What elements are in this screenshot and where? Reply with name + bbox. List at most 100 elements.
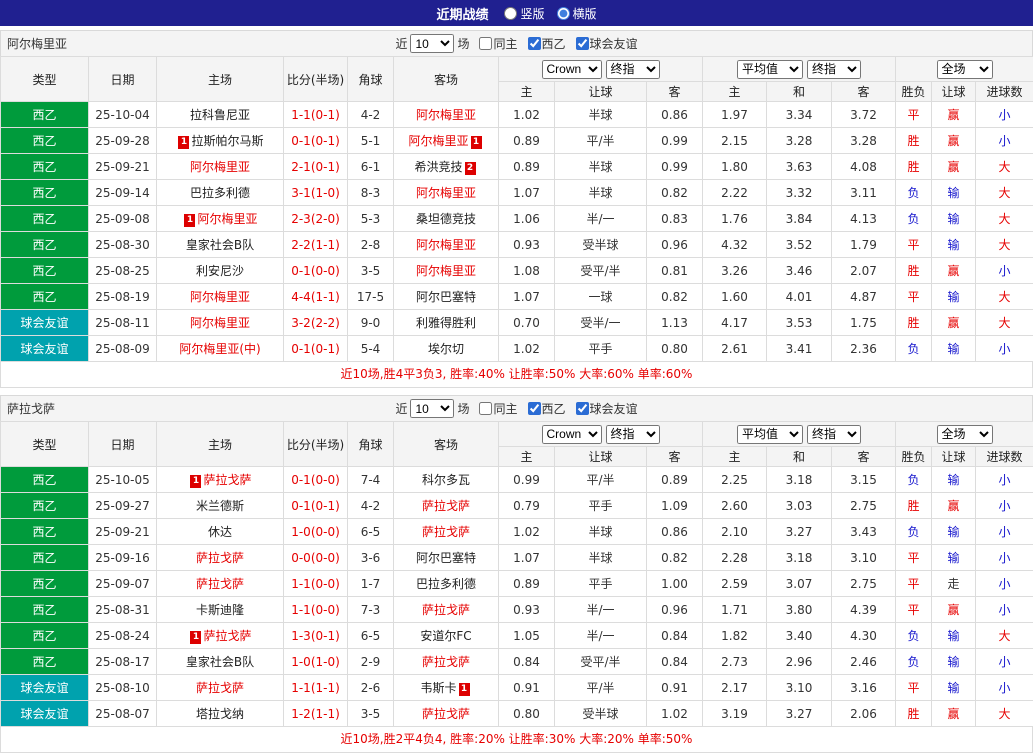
filter-checkbox-friendly[interactable]: [576, 37, 589, 50]
layout-toggle-group: 竖版横版: [504, 5, 596, 22]
result-outcome: 平: [896, 597, 932, 623]
average-select[interactable]: 平均值: [737, 425, 803, 444]
home-team-name: 阿尔梅里亚: [190, 316, 250, 330]
result-outcome: 负: [896, 649, 932, 675]
filter-option-friendly[interactable]: 球会友谊: [576, 35, 638, 52]
column-header: 类型: [1, 422, 89, 467]
filter-option-same-home[interactable]: 同主: [479, 35, 517, 52]
handicap-line: 平/半: [555, 467, 647, 493]
result-outcome: 平: [896, 102, 932, 128]
league-type-cell: 西乙: [1, 284, 89, 310]
handicap-away-odds: 1.09: [647, 493, 703, 519]
avg-away-odds: 4.30: [832, 623, 896, 649]
bookmaker-select[interactable]: Crown: [542, 425, 602, 444]
away-team-name: 阿尔梅里亚: [416, 238, 476, 252]
date-cell: 25-08-25: [89, 258, 157, 284]
away-team-name: 阿尔梅里亚: [416, 264, 476, 278]
away-team-name: 韦斯卡: [420, 681, 456, 695]
column-header: 主: [499, 82, 555, 102]
handicap-stage-select[interactable]: 终指: [606, 425, 660, 444]
handicap-away-odds: 0.96: [647, 597, 703, 623]
result-outcome: 平: [896, 232, 932, 258]
column-header: 让球: [555, 82, 647, 102]
handicap-away-odds: 0.96: [647, 232, 703, 258]
bookmaker-select[interactable]: Crown: [542, 60, 602, 79]
handicap-home-odds: 0.99: [499, 467, 555, 493]
away-team-cell: 阿尔梅里亚: [394, 258, 499, 284]
filter-checkbox-friendly[interactable]: [576, 402, 589, 415]
league-type-cell: 西乙: [1, 519, 89, 545]
score-cell: 3-2(2-2): [284, 310, 348, 336]
layout-radio-vertical[interactable]: [504, 7, 517, 20]
home-team-cell: 1萨拉戈萨: [157, 467, 284, 493]
avg-draw-odds: 3.32: [767, 180, 832, 206]
recent-count-select[interactable]: 10: [410, 34, 454, 53]
match-row: 西乙25-08-241萨拉戈萨1-3(0-1)6-5安道尔FC1.05半/一0.…: [1, 623, 1033, 649]
column-header: 主场: [157, 57, 284, 102]
avg-home-odds: 3.26: [703, 258, 767, 284]
filter-checkbox-same-home[interactable]: [479, 402, 492, 415]
odds-group-header: 平均值终指: [703, 57, 896, 82]
result-goals: 小: [976, 258, 1033, 284]
away-team-name: 阿尔巴塞特: [416, 551, 476, 565]
away-team-name: 安道尔FC: [420, 629, 471, 643]
average-select[interactable]: 平均值: [737, 60, 803, 79]
handicap-home-odds: 1.07: [499, 545, 555, 571]
layout-option-horizontal[interactable]: 横版: [557, 5, 597, 22]
result-goals: 小: [976, 128, 1033, 154]
filter-checkbox-league[interactable]: [528, 37, 541, 50]
filter-option-friendly[interactable]: 球会友谊: [576, 400, 638, 417]
league-type-cell: 西乙: [1, 206, 89, 232]
filter-label-league: 西乙: [542, 35, 566, 52]
team-section: 阿尔梅里亚近10场同主西乙球会友谊类型日期主场比分(半场)角球客场Crown终指…: [0, 30, 1033, 388]
corners-cell: 8-3: [348, 180, 394, 206]
handicap-away-odds: 0.99: [647, 128, 703, 154]
corners-cell: 7-3: [348, 597, 394, 623]
avg-home-odds: 2.17: [703, 675, 767, 701]
red-card-badge: 1: [178, 136, 189, 149]
filter-option-same-home[interactable]: 同主: [479, 400, 517, 417]
away-team-cell: 埃尔切: [394, 336, 499, 362]
filter-checkbox-league[interactable]: [528, 402, 541, 415]
result-outcome: 胜: [896, 701, 932, 727]
handicap-home-odds: 1.02: [499, 102, 555, 128]
date-cell: 25-09-21: [89, 154, 157, 180]
europe-stage-select[interactable]: 终指: [807, 60, 861, 79]
result-handicap: 赢: [932, 493, 976, 519]
layout-option-vertical[interactable]: 竖版: [504, 5, 544, 22]
avg-home-odds: 2.60: [703, 493, 767, 519]
avg-draw-odds: 3.18: [767, 545, 832, 571]
filter-option-league[interactable]: 西乙: [528, 35, 566, 52]
europe-stage-select[interactable]: 终指: [807, 425, 861, 444]
match-row: 西乙25-09-21阿尔梅里亚2-1(0-1)6-1希洪竞技20.89半球0.9…: [1, 154, 1033, 180]
record-summary: 近10场,胜2平4负4, 胜率:20% 让胜率:30% 大率:20% 单率:50…: [0, 727, 1033, 753]
avg-home-odds: 1.76: [703, 206, 767, 232]
layout-radio-horizontal[interactable]: [557, 7, 570, 20]
filter-checkbox-same-home[interactable]: [479, 37, 492, 50]
home-team-name: 萨拉戈萨: [196, 577, 244, 591]
handicap-line: 受半球: [555, 232, 647, 258]
home-team-name: 利安尼沙: [196, 264, 244, 278]
matches-label: 场: [457, 400, 469, 417]
league-type-cell: 西乙: [1, 649, 89, 675]
column-header: 和: [767, 447, 832, 467]
home-team-name: 阿尔梅里亚: [190, 160, 250, 174]
result-goals: 大: [976, 284, 1033, 310]
column-header: 主场: [157, 422, 284, 467]
result-handicap: 输: [932, 519, 976, 545]
result-handicap: 输: [932, 284, 976, 310]
handicap-stage-select[interactable]: 终指: [606, 60, 660, 79]
scope-select[interactable]: 全场: [937, 60, 993, 79]
result-handicap: 赢: [932, 258, 976, 284]
away-team-name: 阿尔梅里亚: [416, 186, 476, 200]
avg-draw-odds: 3.07: [767, 571, 832, 597]
corners-cell: 5-1: [348, 128, 394, 154]
match-row: 西乙25-09-21休达1-0(0-0)6-5萨拉戈萨1.02半球0.862.1…: [1, 519, 1033, 545]
corners-cell: 3-6: [348, 545, 394, 571]
scope-select[interactable]: 全场: [937, 425, 993, 444]
filter-option-league[interactable]: 西乙: [528, 400, 566, 417]
away-team-cell: 阿尔巴塞特: [394, 284, 499, 310]
home-team-name: 萨拉戈萨: [196, 551, 244, 565]
recent-count-select[interactable]: 10: [410, 399, 454, 418]
handicap-home-odds: 1.08: [499, 258, 555, 284]
